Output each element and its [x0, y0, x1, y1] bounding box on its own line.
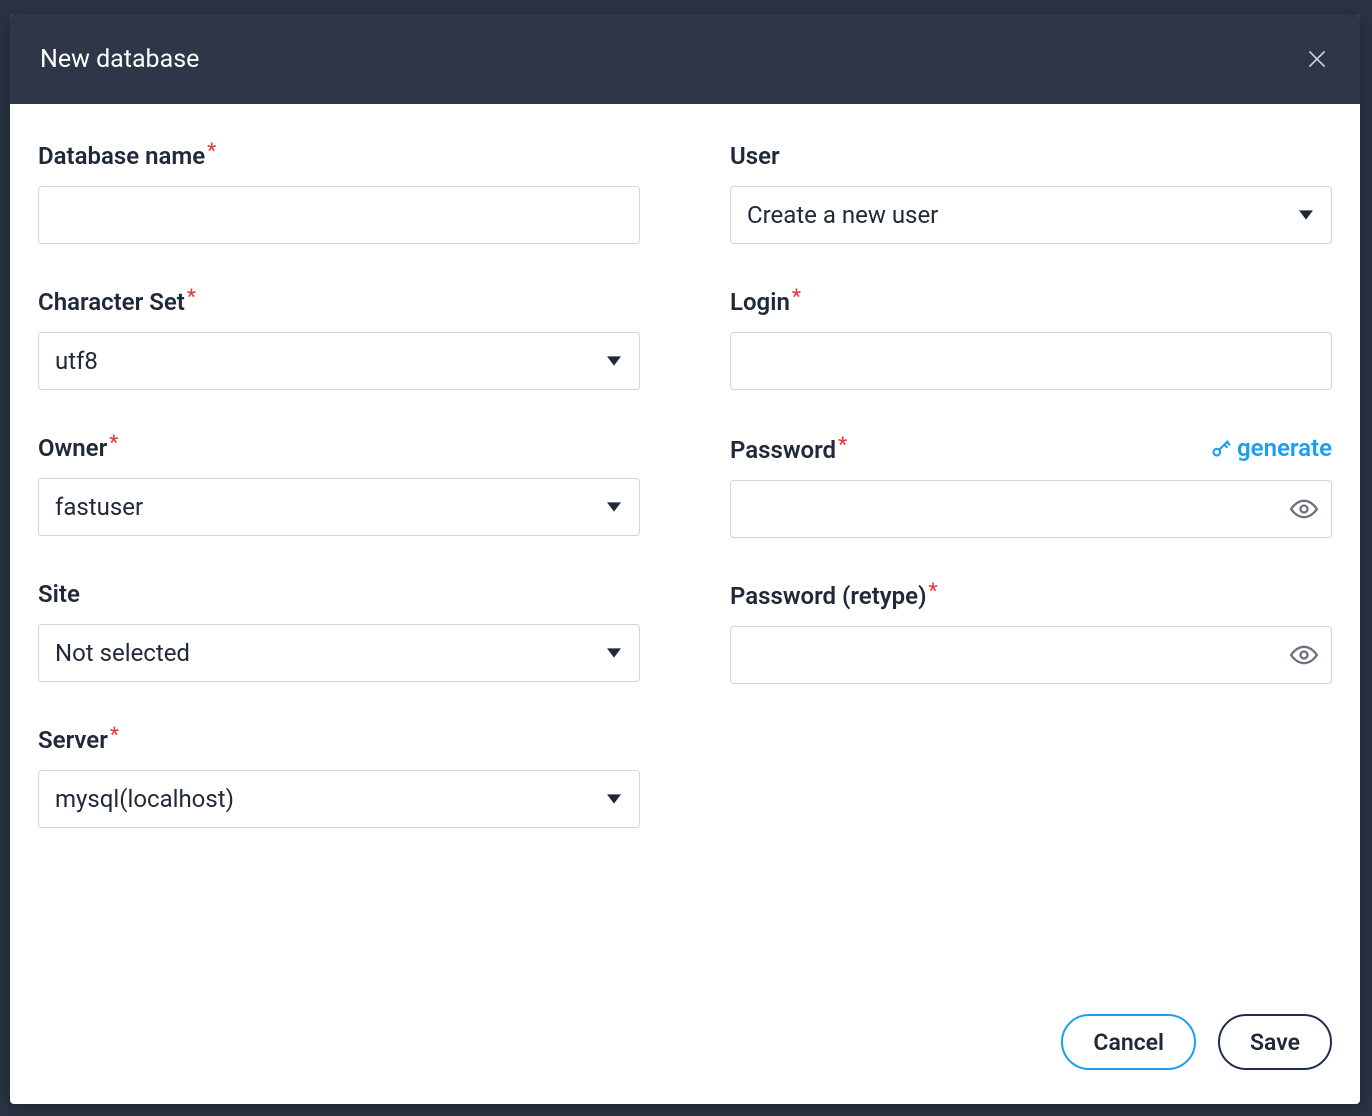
modal-title: New database: [40, 45, 199, 74]
required-indicator: *: [187, 284, 196, 308]
field-site: Site Not selected: [38, 580, 640, 682]
cancel-button[interactable]: Cancel: [1061, 1014, 1196, 1070]
owner-select[interactable]: fastuser: [38, 478, 640, 536]
chevron-down-icon: [607, 648, 621, 658]
site-label: Site: [38, 580, 80, 608]
left-column: Database name* Character Set* utf8: [38, 142, 640, 974]
login-label: Login: [730, 288, 790, 316]
database-name-label: Database name: [38, 142, 205, 170]
save-button[interactable]: Save: [1218, 1014, 1332, 1070]
user-label: User: [730, 142, 780, 170]
close-button[interactable]: [1304, 46, 1330, 72]
modal-header: New database: [10, 14, 1360, 104]
field-password: Password* generate: [730, 434, 1332, 538]
password-retype-input[interactable]: [730, 626, 1332, 684]
close-icon: [1304, 46, 1330, 72]
field-server: Server* mysql(localhost): [38, 726, 640, 828]
chevron-down-icon: [1299, 210, 1313, 220]
password-label: Password: [730, 436, 836, 464]
required-indicator: *: [792, 284, 801, 308]
eye-icon: [1290, 641, 1318, 669]
eye-icon: [1290, 495, 1318, 523]
right-column: User Create a new user Login*: [730, 142, 1332, 974]
required-indicator: *: [929, 578, 938, 602]
password-retype-label: Password (retype): [730, 582, 927, 610]
chevron-down-icon: [607, 356, 621, 366]
modal-body: Database name* Character Set* utf8: [10, 104, 1360, 994]
site-select[interactable]: Not selected: [38, 624, 640, 682]
server-select[interactable]: mysql(localhost): [38, 770, 640, 828]
modal-footer: Cancel Save: [10, 994, 1360, 1104]
field-character-set: Character Set* utf8: [38, 288, 640, 390]
field-owner: Owner* fastuser: [38, 434, 640, 536]
field-user: User Create a new user: [730, 142, 1332, 244]
field-login: Login*: [730, 288, 1332, 390]
key-icon: [1211, 438, 1231, 458]
required-indicator: *: [110, 722, 119, 746]
required-indicator: *: [207, 138, 216, 162]
character-set-label: Character Set: [38, 288, 185, 316]
password-input[interactable]: [730, 480, 1332, 538]
required-indicator: *: [838, 432, 847, 456]
generate-password-link[interactable]: generate: [1211, 434, 1332, 462]
character-set-select[interactable]: utf8: [38, 332, 640, 390]
user-select[interactable]: Create a new user: [730, 186, 1332, 244]
field-database-name: Database name*: [38, 142, 640, 244]
field-password-retype: Password (retype)*: [730, 582, 1332, 684]
toggle-password-visibility[interactable]: [1290, 495, 1318, 523]
owner-label: Owner: [38, 434, 107, 462]
database-name-input[interactable]: [38, 186, 640, 244]
login-input[interactable]: [730, 332, 1332, 390]
toggle-password-retype-visibility[interactable]: [1290, 641, 1318, 669]
chevron-down-icon: [607, 502, 621, 512]
chevron-down-icon: [607, 794, 621, 804]
required-indicator: *: [109, 430, 118, 454]
new-database-modal: New database Database name* C: [10, 14, 1360, 1104]
server-label: Server: [38, 726, 108, 754]
